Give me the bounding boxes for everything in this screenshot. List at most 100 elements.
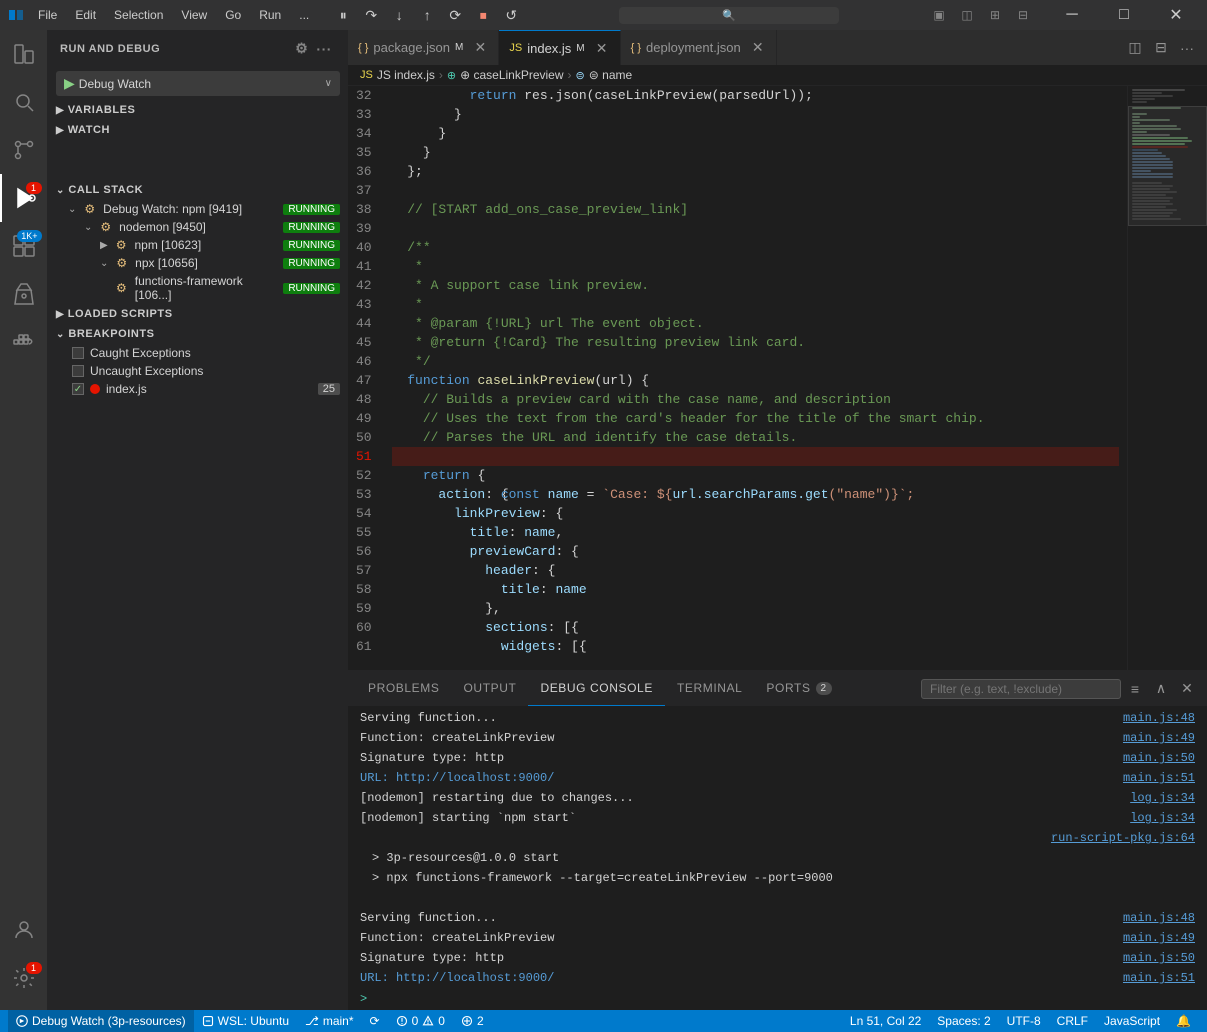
breakpoints-header[interactable]: ⌄ BREAKPOINTS bbox=[48, 324, 348, 344]
console-close-btn[interactable]: ✕ bbox=[1175, 677, 1199, 701]
console-link[interactable]: main.js:48 bbox=[1123, 711, 1195, 725]
activity-docker[interactable] bbox=[0, 318, 48, 366]
window-close-btn[interactable]: ✕ bbox=[1153, 0, 1199, 30]
status-wsl[interactable]: WSL: Ubuntu bbox=[194, 1010, 297, 1032]
indexjs-checkbox[interactable]: ✓ bbox=[72, 383, 84, 395]
layout-btn-3[interactable]: ⊞ bbox=[983, 3, 1007, 27]
tab-package-json[interactable]: { } package.json M ✕ bbox=[348, 30, 499, 65]
activity-explorer[interactable] bbox=[0, 30, 48, 78]
debug-step-out-btn[interactable]: ↑ bbox=[415, 3, 439, 27]
console-text: Signature type: http bbox=[360, 951, 1123, 965]
tab-terminal[interactable]: TERMINAL bbox=[665, 671, 754, 706]
console-link[interactable]: log.js:34 bbox=[1130, 811, 1195, 825]
call-stack-item[interactable]: ⚙ functions-framework [106...] RUNNING bbox=[48, 272, 348, 304]
layout-btn-4[interactable]: ⊟ bbox=[1011, 3, 1035, 27]
menu-go[interactable]: Go bbox=[217, 6, 249, 24]
ports-badge: 2 bbox=[816, 682, 832, 695]
console-link[interactable]: log.js:34 bbox=[1130, 791, 1195, 805]
menu-edit[interactable]: Edit bbox=[67, 6, 104, 24]
code-line-46: */ bbox=[392, 352, 1119, 371]
debug-pause-btn[interactable]: ⏸ bbox=[331, 3, 355, 27]
activity-settings[interactable]: 1 bbox=[0, 954, 48, 1002]
breadcrumb-file[interactable]: JS index.js bbox=[377, 68, 435, 82]
tab-deployment-json[interactable]: { } deployment.json ✕ bbox=[621, 30, 777, 65]
run-debug-badge: 1 bbox=[26, 182, 42, 194]
call-stack-header[interactable]: ⌄ CALL STACK bbox=[48, 180, 348, 200]
tab-problems[interactable]: PROBLEMS bbox=[356, 671, 452, 706]
debug-step-over-btn[interactable]: ↷ bbox=[359, 3, 383, 27]
window-maximize-btn[interactable]: □ bbox=[1101, 0, 1147, 30]
menu-selection[interactable]: Selection bbox=[106, 6, 171, 24]
console-filter-input[interactable] bbox=[921, 679, 1121, 699]
call-stack-item[interactable]: ⌄ ⚙ Debug Watch: npm [9419] RUNNING bbox=[48, 200, 348, 218]
caught-exceptions-checkbox[interactable] bbox=[72, 347, 84, 359]
menu-more[interactable]: ... bbox=[291, 6, 317, 24]
tab-index-js[interactable]: JS index.js M ✕ bbox=[499, 30, 620, 65]
menu-run[interactable]: Run bbox=[251, 6, 289, 24]
console-format-btn[interactable]: ≡ bbox=[1123, 677, 1147, 701]
console-link[interactable]: main.js:50 bbox=[1123, 751, 1195, 765]
uncaught-exceptions-checkbox[interactable] bbox=[72, 365, 84, 377]
breadcrumb-variable[interactable]: ⊜ name bbox=[589, 68, 632, 82]
layout-toggle-btn[interactable]: ⊟ bbox=[1149, 36, 1173, 60]
more-actions-btn[interactable]: ··· bbox=[1175, 36, 1199, 60]
console-collapse-btn[interactable]: ∧ bbox=[1149, 677, 1173, 701]
activity-testing[interactable] bbox=[0, 270, 48, 318]
layout-btn-1[interactable]: ▣ bbox=[927, 3, 951, 27]
call-stack-item[interactable]: ⌄ ⚙ npx [10656] RUNNING bbox=[48, 254, 348, 272]
tab-close-index[interactable]: ✕ bbox=[594, 40, 610, 56]
split-editor-btn[interactable]: ◫ bbox=[1123, 36, 1147, 60]
activity-account[interactable] bbox=[0, 906, 48, 954]
status-notification[interactable]: 🔔 bbox=[1168, 1010, 1199, 1032]
breakpoint-caught[interactable]: Caught Exceptions bbox=[48, 344, 348, 362]
menu-view[interactable]: View bbox=[173, 6, 215, 24]
activity-extensions[interactable]: 1K+ bbox=[0, 222, 48, 270]
status-spaces[interactable]: Spaces: 2 bbox=[929, 1010, 998, 1032]
breadcrumb-function[interactable]: ⊕ caseLinkPreview bbox=[460, 68, 563, 82]
layout-btn-2[interactable]: ◫ bbox=[955, 3, 979, 27]
search-bar-placeholder[interactable]: 🔍 bbox=[629, 9, 829, 22]
console-link[interactable]: main.js:51 bbox=[1123, 971, 1195, 985]
status-debug[interactable]: Debug Watch (3p-resources) bbox=[8, 1010, 194, 1032]
console-link[interactable]: main.js:51 bbox=[1123, 771, 1195, 785]
status-errors[interactable]: 0 0 bbox=[388, 1010, 453, 1032]
debug-stop-btn[interactable]: ⏹ bbox=[471, 3, 495, 27]
menu-file[interactable]: File bbox=[30, 6, 65, 24]
console-link[interactable]: main.js:49 bbox=[1123, 731, 1195, 745]
status-branch[interactable]: ⎇ main* bbox=[297, 1010, 362, 1032]
console-link[interactable]: main.js:48 bbox=[1123, 911, 1195, 925]
call-stack-item[interactable]: ▶ ⚙ npm [10623] RUNNING bbox=[48, 236, 348, 254]
activity-search[interactable] bbox=[0, 78, 48, 126]
code-content[interactable]: return res.json(caseLinkPreview(parsedUr… bbox=[384, 86, 1127, 670]
console-link[interactable]: main.js:49 bbox=[1123, 931, 1195, 945]
breakpoint-uncaught[interactable]: Uncaught Exceptions bbox=[48, 362, 348, 380]
sidebar-gear-btn[interactable]: ⚙ bbox=[291, 38, 312, 59]
status-sync[interactable]: ⟳ bbox=[362, 1010, 388, 1032]
debug-step-into-btn[interactable]: ↓ bbox=[387, 3, 411, 27]
tab-output[interactable]: OUTPUT bbox=[452, 671, 529, 706]
sidebar-more-btn[interactable]: ··· bbox=[312, 39, 336, 59]
window-minimize-btn[interactable]: ─ bbox=[1049, 0, 1095, 30]
console-link[interactable]: main.js:50 bbox=[1123, 951, 1195, 965]
tab-debug-console[interactable]: DEBUG CONSOLE bbox=[528, 671, 665, 706]
call-stack-item[interactable]: ⌄ ⚙ nodemon [9450] RUNNING bbox=[48, 218, 348, 236]
variables-header[interactable]: ▶ VARIABLES bbox=[48, 100, 348, 120]
console-content[interactable]: Serving function... main.js:48 Function:… bbox=[348, 706, 1207, 1010]
status-encoding[interactable]: UTF-8 bbox=[999, 1010, 1049, 1032]
tab-ports[interactable]: PORTS 2 bbox=[754, 671, 843, 706]
debug-config-dropdown[interactable]: ▶ Debug Watch ∨ bbox=[56, 71, 340, 96]
activity-source-control[interactable] bbox=[0, 126, 48, 174]
status-position[interactable]: Ln 51, Col 22 bbox=[842, 1010, 929, 1032]
debug-restart-btn[interactable]: ⟳ bbox=[443, 3, 467, 27]
debug-disconnect-btn[interactable]: ↺ bbox=[499, 3, 523, 27]
console-link[interactable]: run-script-pkg.js:64 bbox=[1051, 831, 1195, 845]
activity-run-debug[interactable]: 1 bbox=[0, 174, 48, 222]
loaded-scripts-header[interactable]: ▶ LOADED SCRIPTS bbox=[48, 304, 348, 324]
status-language[interactable]: JavaScript bbox=[1096, 1010, 1168, 1032]
status-workers[interactable]: 2 bbox=[453, 1010, 492, 1032]
watch-header[interactable]: ▶ WATCH bbox=[48, 120, 348, 140]
status-line-ending[interactable]: CRLF bbox=[1049, 1010, 1096, 1032]
breakpoint-indexjs[interactable]: ✓ index.js 25 bbox=[48, 380, 348, 398]
tab-close-deployment[interactable]: ✕ bbox=[750, 40, 766, 56]
tab-close-package[interactable]: ✕ bbox=[472, 40, 488, 56]
